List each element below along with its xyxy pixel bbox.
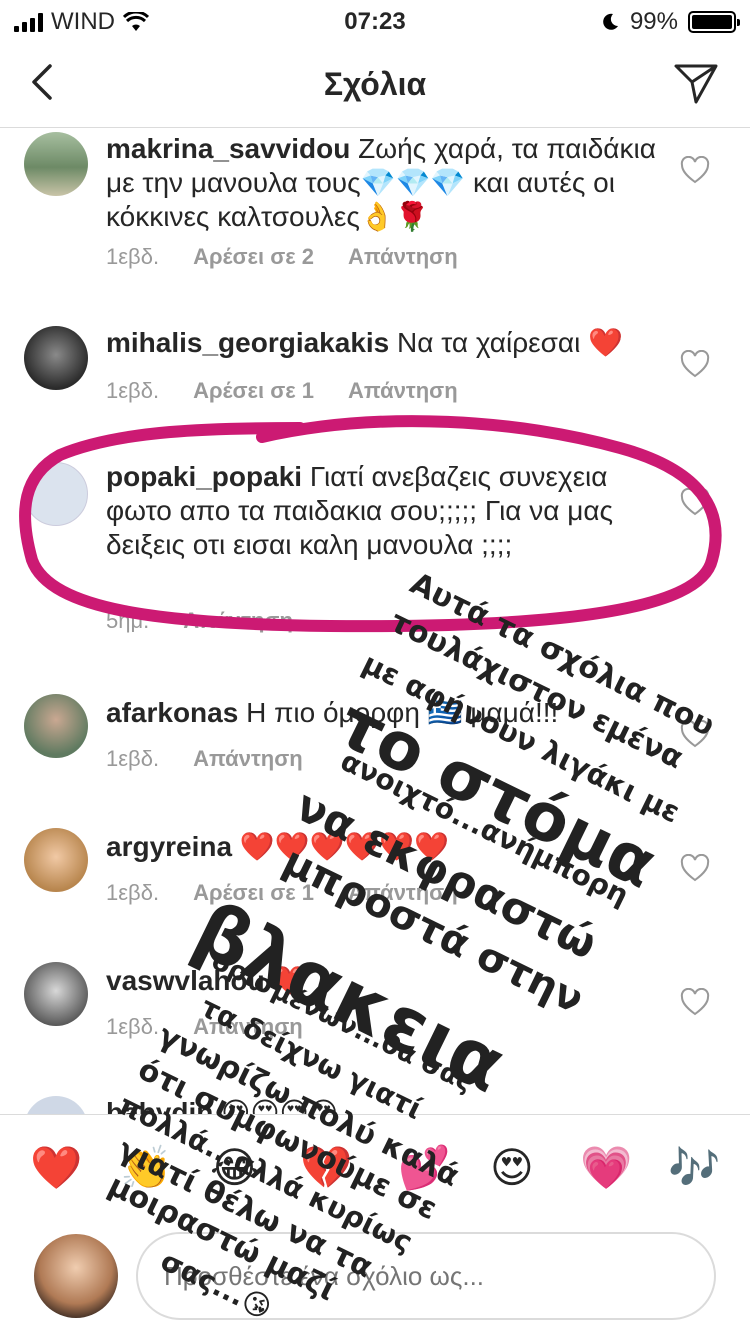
comment-age: 1εβδ. xyxy=(106,1014,160,1039)
avatar[interactable] xyxy=(24,132,88,196)
comment-body: vaswvlahou ❤️ xyxy=(106,964,666,998)
like-heart-icon[interactable] xyxy=(680,988,710,1016)
reply-button[interactable]: Απάντηση xyxy=(193,746,303,772)
comment-input[interactable] xyxy=(136,1232,716,1320)
comment-body: makrina_savvidou Ζωής χαρά, τα παιδάκια … xyxy=(106,132,666,234)
comment-text: ❤️ xyxy=(272,965,308,996)
likes-count[interactable]: Αρέσει σε 1 xyxy=(193,378,314,404)
comment-composer xyxy=(0,1222,750,1334)
reply-button[interactable]: Απάντηση xyxy=(348,378,458,404)
comment-body: mihalis_georgiakakis Να τα χαίρεσαι ❤️ xyxy=(106,326,666,360)
comment-meta: 1εβδ. Αρέσει σε 2 Απάντηση xyxy=(106,244,458,270)
comment-age: 1εβδ. xyxy=(106,746,160,771)
comment-text: ❤️❤️❤️❤️❤️❤️ xyxy=(239,831,450,862)
reply-button[interactable]: Απάντηση xyxy=(183,608,293,634)
moon-icon xyxy=(603,13,618,30)
comment-username[interactable]: makrina_savvidou xyxy=(106,133,350,164)
like-heart-icon[interactable] xyxy=(680,156,710,184)
comment-username[interactable]: afarkonas xyxy=(106,697,238,728)
comment-text: Να τα χαίρεσαι ❤️ xyxy=(397,327,623,358)
comment-age: 5ημ. xyxy=(106,608,150,633)
avatar[interactable] xyxy=(24,962,88,1026)
battery-percent: 99% xyxy=(629,8,678,35)
comment-meta: 1εβδ. Αρέσει σε 1 Απάντηση xyxy=(106,378,458,404)
emoji-button[interactable]: 😍 xyxy=(490,1143,534,1193)
comment-text: Η πιο όμορφη 🇬🇷 μαμά!!! xyxy=(246,697,559,728)
emoji-button[interactable]: 💕 xyxy=(398,1143,450,1193)
reply-button[interactable]: Απάντηση xyxy=(348,244,458,270)
like-heart-icon[interactable] xyxy=(680,350,710,378)
comment-age: 1εβδ. xyxy=(106,244,160,269)
emoji-button[interactable]: 😂 xyxy=(210,1143,259,1193)
like-heart-icon[interactable] xyxy=(680,720,710,748)
send-icon[interactable] xyxy=(672,60,720,106)
comment-body: argyreina ❤️❤️❤️❤️❤️❤️ xyxy=(106,830,666,864)
emoji-button[interactable]: 👏 xyxy=(120,1143,172,1193)
comment-meta: 1εβδ. Απάντηση xyxy=(106,1014,303,1040)
comment-username[interactable]: babydin xyxy=(106,1097,213,1114)
comment-username[interactable]: popaki_popaki xyxy=(106,461,302,492)
comment-meta: 1εβδ. Αρέσει σε 1 Απάντηση xyxy=(106,880,458,906)
current-user-avatar xyxy=(34,1234,118,1318)
comment-meta: 5ημ. Απάντηση xyxy=(106,608,293,634)
status-bar: WIND 07:23 99% xyxy=(0,0,750,40)
comment-username[interactable]: mihalis_georgiakakis xyxy=(106,327,389,358)
comment-meta: 1εβδ. Απάντηση xyxy=(106,746,303,772)
likes-count[interactable]: Αρέσει σε 1 xyxy=(193,880,314,906)
battery-icon xyxy=(688,11,740,33)
nav-bar: Σχόλια xyxy=(0,40,750,128)
comment-body: popaki_popaki Γιατί ανεβαζεις συνεχεια φ… xyxy=(106,460,666,562)
reply-button[interactable]: Απάντηση xyxy=(348,880,458,906)
avatar[interactable] xyxy=(24,326,88,390)
comment-username[interactable]: argyreina xyxy=(106,831,232,862)
emoji-button[interactable]: 💔 xyxy=(300,1143,352,1193)
comment-body: afarkonas Η πιο όμορφη 🇬🇷 μαμά!!! xyxy=(106,696,666,730)
comment-username[interactable]: vaswvlahou xyxy=(106,965,265,996)
emoji-button[interactable]: ❤️ xyxy=(30,1143,82,1193)
comment-list[interactable]: makrina_savvidou Ζωής χαρά, τα παιδάκια … xyxy=(0,128,750,1114)
reply-button[interactable]: Απάντηση xyxy=(193,1014,303,1040)
avatar[interactable] xyxy=(24,694,88,758)
emoji-button[interactable]: 💗 xyxy=(580,1143,632,1193)
avatar[interactable] xyxy=(24,1096,88,1114)
comment-body: babydin 😍😍😍😍 xyxy=(106,1096,666,1114)
comment-text: 😍😍😍😍 xyxy=(221,1097,338,1114)
like-heart-icon[interactable] xyxy=(680,854,710,882)
page-title: Σχόλια xyxy=(323,66,427,102)
avatar[interactable] xyxy=(24,462,88,526)
comment-age: 1εβδ. xyxy=(106,880,160,905)
likes-count[interactable]: Αρέσει σε 2 xyxy=(193,244,314,270)
avatar[interactable] xyxy=(24,828,88,892)
status-right: 99% xyxy=(600,8,740,36)
comment-age: 1εβδ. xyxy=(106,378,160,403)
emoji-quick-bar: ❤️ 👏 😂 💔 💕 😍 💗 🎶 xyxy=(0,1114,750,1222)
emoji-button[interactable]: 🎶 xyxy=(668,1143,720,1193)
like-heart-icon[interactable] xyxy=(680,488,710,516)
